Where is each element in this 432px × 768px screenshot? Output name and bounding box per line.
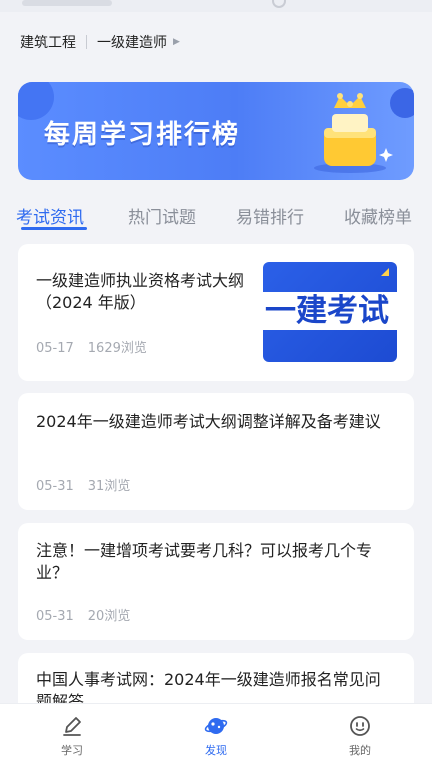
caret-right-icon: ▶ <box>173 37 180 47</box>
pencil-icon <box>63 717 81 736</box>
thumbnail-corner-mark <box>381 268 389 276</box>
breadcrumb[interactable]: 建筑工程 一级建造师 ▶ <box>20 32 180 52</box>
breadcrumb-divider <box>86 35 87 49</box>
article-views: 31浏览 <box>87 479 131 494</box>
tab-favorites[interactable]: 收藏榜单 <box>344 203 412 228</box>
trophy-icon <box>314 93 393 173</box>
ghost-text <box>22 0 112 6</box>
article-card[interactable]: 注意！一建增项考试要考几科？可以报考几个专业？ 05-31 20浏览 <box>18 523 414 640</box>
nav-discover[interactable]: 发现 <box>176 714 256 758</box>
category-tabs: 考试资讯 热门试题 易错排行 收藏榜单 <box>0 203 432 235</box>
planet-icon <box>204 718 228 734</box>
bottom-nav: 学习 发现 我的 <box>0 703 432 768</box>
article-meta: 05-17 1629浏览 <box>36 337 147 356</box>
breadcrumb-category[interactable]: 建筑工程 <box>20 32 76 52</box>
breadcrumb-subcategory[interactable]: 一级建造师 <box>97 32 167 52</box>
article-date: 05-31 <box>36 609 74 624</box>
article-title: 注意！一建增项考试要考几科？可以报考几个专业？ <box>36 541 373 582</box>
article-views: 1629浏览 <box>87 341 147 356</box>
article-date: 05-31 <box>36 479 74 494</box>
article-card[interactable]: 2024年一级建造师考试大纲调整详解及备考建议 05-31 31浏览 <box>18 393 414 510</box>
tab-exam-news[interactable]: 考试资讯 <box>16 203 84 228</box>
nav-label: 我的 <box>349 744 371 757</box>
article-thumbnail: 一建考试 <box>263 262 397 362</box>
nav-mine[interactable]: 我的 <box>320 714 400 758</box>
article-card[interactable]: 一级建造师执业资格考试大纲 （2024 年版） 05-17 1629浏览 一建考试 <box>18 244 414 381</box>
ranking-banner[interactable]: 每周学习排行榜 <box>18 82 414 180</box>
thumbnail-text: 一建考试 <box>265 293 389 329</box>
nav-label: 学习 <box>61 744 83 757</box>
nav-label: 发现 <box>205 744 227 757</box>
article-date: 05-17 <box>36 341 74 356</box>
article-title: 2024年一级建造师考试大纲调整详解及备考建议 <box>36 412 381 431</box>
smiley-icon <box>350 716 370 736</box>
banner-title: 每周学习排行榜 <box>44 120 241 150</box>
article-views: 20浏览 <box>87 609 131 624</box>
status-strip <box>0 0 432 12</box>
article-meta: 05-31 31浏览 <box>36 475 130 494</box>
article-meta: 05-31 20浏览 <box>36 605 130 624</box>
active-tab-indicator <box>21 227 87 230</box>
search-icon <box>272 0 286 8</box>
article-title: 一级建造师执业资格考试大纲 （2024 年版） <box>36 271 245 312</box>
tab-hot-questions[interactable]: 热门试题 <box>128 203 196 228</box>
nav-study[interactable]: 学习 <box>32 714 112 758</box>
tab-error-ranking[interactable]: 易错排行 <box>236 203 304 228</box>
